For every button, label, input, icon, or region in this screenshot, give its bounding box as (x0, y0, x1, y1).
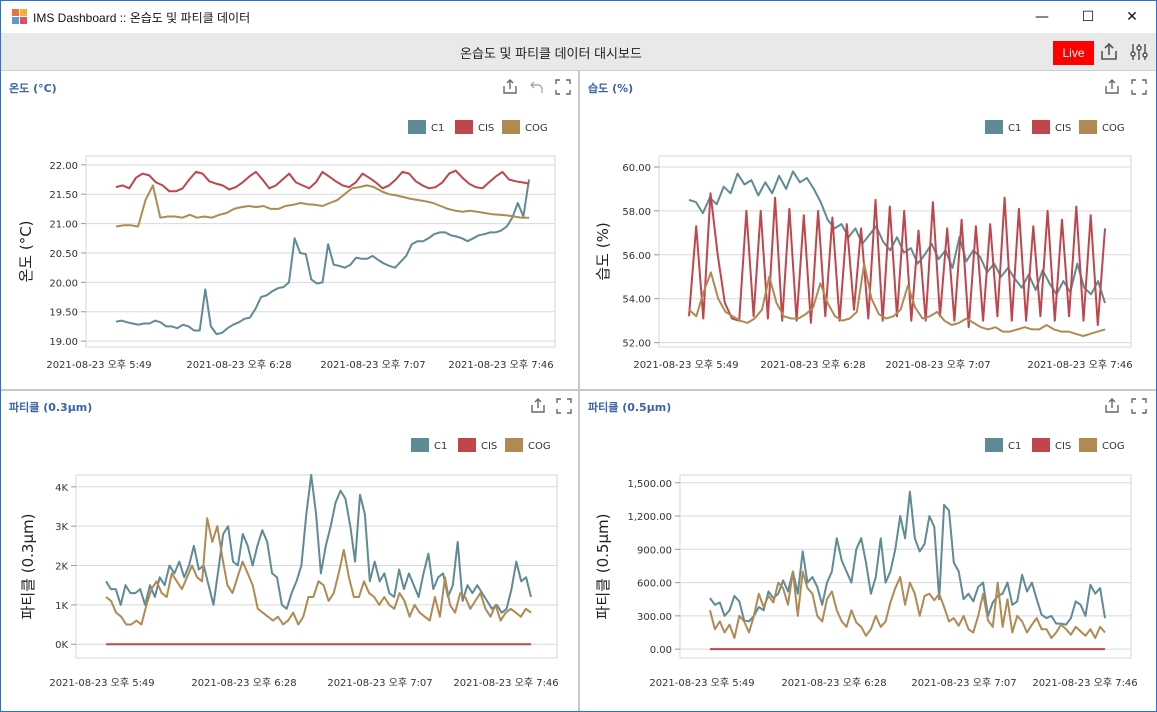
y-axis-label: 온도 (°C) (17, 220, 35, 282)
series-line-c1 (105, 474, 532, 614)
x-tick-label: 2021-08-23 오후 7:46 (1027, 359, 1132, 371)
legend-label: C1 (1008, 123, 1021, 134)
y-tick-label: 600.00 (637, 579, 672, 590)
y-tick-label: 20.50 (49, 249, 78, 260)
y-tick-label: 1,200.00 (627, 512, 672, 523)
x-tick-label: 2021-08-23 오후 6:28 (760, 359, 865, 371)
x-tick-label: 2021-08-23 오후 5:49 (49, 677, 154, 689)
legend-swatch (502, 120, 520, 134)
window-title: IMS Dashboard :: 온습도 및 파티클 데이터 (33, 11, 251, 25)
humidity-panel: 습도 (%) 52.00 54.00 56.00 58.00 60.00 습도 (%) 20… (580, 72, 1156, 389)
series-line-c1 (709, 490, 1106, 626)
x-tick-label: 2021-08-23 오후 6:28 (186, 359, 291, 371)
y-tick-label: 4K (55, 483, 68, 494)
minimize-icon: — (1035, 9, 1049, 25)
legend-swatch (1079, 438, 1097, 452)
share-icon[interactable] (1099, 42, 1119, 62)
y-tick-label: 21.00 (49, 220, 78, 231)
y-tick-label: 3K (55, 522, 68, 533)
legend-swatch (985, 120, 1003, 134)
legend-swatch (505, 438, 523, 452)
y-tick-label: 300.00 (637, 612, 672, 623)
app-logo-icon (12, 9, 28, 25)
particle-05-chart: 0.00 300.00 600.00 900.00 1,200.00 1,500.00 파티… (594, 438, 1138, 689)
y-tick-label: 22.00 (49, 161, 78, 172)
y-tick-label: 52.00 (622, 339, 651, 350)
y-tick-label: 60.00 (622, 163, 651, 174)
legend-label: CIS (1055, 441, 1071, 452)
y-tick-label: 0.00 (650, 645, 672, 656)
app-window: IMS Dashboard :: 온습도 및 파티클 데이터 — ☐ ✕ 온습도… (0, 0, 1157, 712)
legend-label: CIS (1055, 123, 1071, 134)
legend-label: COG (1102, 123, 1125, 134)
y-tick-label: 900.00 (637, 545, 672, 556)
y-axis-label: 파티클 (0.3μm) (19, 514, 37, 620)
legend-label: C1 (1008, 441, 1021, 452)
temperature-chart: 19.00 19.50 20.00 20.50 21.00 21.50 22.00 온도 (°… (17, 120, 556, 371)
dashboard-title: 온습도 및 파티클 데이터 대시보드 (460, 46, 642, 61)
series-line-cis (688, 192, 1106, 329)
legend-swatch (455, 120, 473, 134)
temperature-panel: 온도 (°C) 19.00 19.50 20.00 20.50 21.00 21.50 22… (1, 72, 578, 389)
particle-03-panel: 파티클 (0.3μm) 0K 1K 2K 3K 4K 파티클 (0.3μm) 2021-08… (1, 391, 578, 711)
legend-swatch (1032, 438, 1050, 452)
particle-05-panel: 파티클 (0.5μm) 0.00 300.00 600.00 900.00 1,200.… (580, 391, 1156, 711)
y-tick-label: 54.00 (622, 295, 651, 306)
legend-label: CIS (478, 123, 494, 134)
x-tick-label: 2021-08-23 오후 6:28 (781, 677, 886, 689)
maximize-icon: ☐ (1081, 9, 1095, 25)
title-bar: IMS Dashboard :: 온습도 및 파티클 데이터 — ☐ ✕ (1, 1, 1156, 33)
legend-swatch (408, 120, 426, 134)
y-axis-label: 파티클 (0.5μm) (594, 514, 612, 620)
legend-swatch (458, 438, 476, 452)
legend-swatch (1079, 120, 1097, 134)
x-tick-label: 2021-08-23 오후 5:49 (649, 677, 754, 689)
y-tick-label: 2K (55, 562, 68, 573)
minimize-button[interactable]: — (1019, 1, 1065, 33)
legend-label: COG (525, 123, 548, 134)
settings-sliders-icon[interactable] (1129, 42, 1149, 62)
live-button[interactable]: Live (1053, 41, 1094, 65)
x-tick-label: 2021-08-23 오후 5:49 (633, 359, 738, 371)
legend-label: C1 (434, 441, 447, 452)
x-tick-label: 2021-08-23 오후 6:28 (191, 677, 296, 689)
y-tick-label: 19.00 (49, 337, 78, 348)
legend-swatch (985, 438, 1003, 452)
x-tick-label: 2021-08-23 오후 7:46 (1032, 677, 1137, 689)
x-tick-label: 2021-08-23 오후 7:07 (911, 677, 1016, 689)
x-tick-label: 2021-08-23 오후 7:07 (885, 359, 990, 371)
x-tick-label: 2021-08-23 오후 7:46 (448, 359, 553, 371)
y-tick-label: 19.50 (49, 308, 78, 319)
y-tick-label: 58.00 (622, 207, 651, 218)
y-tick-label: 0K (55, 640, 68, 651)
x-tick-label: 2021-08-23 오후 5:49 (46, 359, 151, 371)
series-line-cis (115, 169, 530, 193)
x-tick-label: 2021-08-23 오후 7:46 (453, 677, 558, 689)
y-tick-label: 1K (55, 601, 68, 612)
y-axis-label: 습도 (%) (594, 222, 612, 280)
legend-label: COG (1102, 441, 1125, 452)
series-line-cog (709, 570, 1106, 639)
plot-area (85, 155, 556, 348)
plot-area (75, 474, 558, 659)
y-tick-label: 56.00 (622, 251, 651, 262)
humidity-chart: 52.00 54.00 56.00 58.00 60.00 습도 (%) 2021-08-2… (594, 120, 1133, 371)
close-icon: ✕ (1126, 9, 1138, 25)
y-tick-label: 1,500.00 (627, 479, 672, 490)
series-line-cog (115, 184, 529, 228)
x-tick-label: 2021-08-23 오후 7:07 (327, 677, 432, 689)
legend-swatch (411, 438, 429, 452)
legend-label: C1 (431, 123, 444, 134)
y-tick-label: 20.00 (49, 278, 78, 289)
dashboard-header: 온습도 및 파티클 데이터 대시보드 Live (1, 33, 1156, 71)
series-line-c1 (115, 179, 530, 336)
maximize-button[interactable]: ☐ (1065, 1, 1111, 33)
legend-swatch (1032, 120, 1050, 134)
x-tick-label: 2021-08-23 오후 7:07 (320, 359, 425, 371)
legend-label: COG (528, 441, 551, 452)
particle-03-chart: 0K 1K 2K 3K 4K 파티클 (0.3μm) 2021-08-23 오후 5:49 2… (19, 438, 559, 689)
legend-label: CIS (481, 441, 497, 452)
y-tick-label: 21.50 (49, 190, 78, 201)
close-button[interactable]: ✕ (1109, 1, 1155, 33)
